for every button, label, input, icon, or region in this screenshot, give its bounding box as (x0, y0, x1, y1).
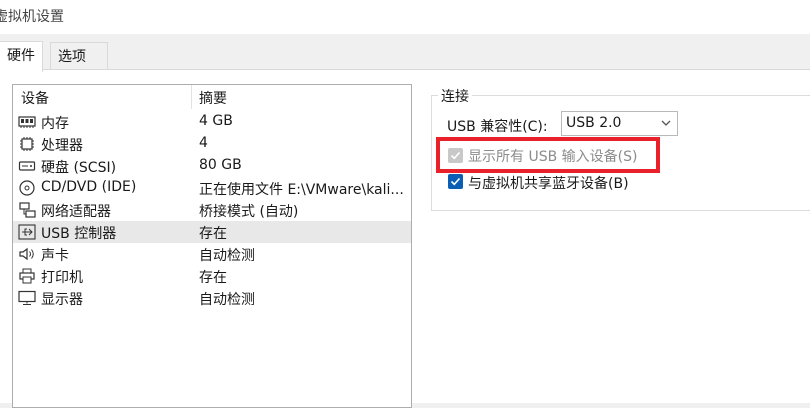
display-icon (18, 290, 36, 306)
processor-icon (18, 136, 36, 152)
device-name: 打印机 (41, 270, 83, 286)
device-summary: 自动检测 (199, 292, 255, 308)
share-bluetooth-checkbox[interactable] (448, 174, 463, 189)
tab-options[interactable]: 选项 (50, 42, 108, 71)
usb-compat-select[interactable]: USB 2.0 (561, 111, 678, 136)
window-title: 虚拟机设置 (0, 9, 64, 25)
device-summary: 桥接模式 (自动) (199, 204, 299, 220)
device-row-sound-card[interactable]: 声卡 自动检测 (13, 243, 411, 265)
device-name: 处理器 (41, 138, 83, 154)
device-row-network-adapter[interactable]: 网络适配器 桥接模式 (自动) (13, 199, 411, 221)
device-summary: 正在使用文件 E:\VMware\kali... (199, 182, 404, 198)
tab-hardware[interactable]: 硬件 (0, 41, 43, 72)
chevron-down-icon (659, 114, 673, 132)
usb-compat-value: USB 2.0 (566, 115, 622, 131)
tab-strip: 硬件 选项 (0, 34, 810, 72)
device-summary: 4 GB (199, 113, 233, 129)
connection-group-label: 连接 (438, 86, 472, 106)
device-name: 显示器 (41, 292, 83, 308)
device-name: USB 控制器 (41, 226, 117, 242)
device-name: 内存 (41, 116, 69, 132)
title-bar: 虚拟机设置 (0, 0, 810, 34)
device-name: 网络适配器 (41, 204, 111, 220)
device-name: 硬盘 (SCSI) (41, 160, 117, 176)
device-summary: 存在 (199, 270, 227, 286)
column-header-summary[interactable]: 摘要 (199, 88, 227, 108)
usb-compat-label: USB 兼容性(C): (447, 119, 548, 135)
device-list[interactable]: 设备 摘要 内存 4 GB 处理器 4 硬盘 (SCSI) 80 GB CD/D… (12, 84, 412, 408)
usb-icon (18, 224, 36, 240)
sound-card-icon (18, 246, 36, 262)
column-header-device[interactable]: 设备 (21, 88, 49, 108)
memory-icon (18, 114, 36, 130)
device-row-processor[interactable]: 处理器 4 (13, 133, 411, 155)
device-summary: 4 (199, 135, 208, 151)
hard-disk-icon (18, 158, 36, 174)
device-list-header: 设备 摘要 (13, 85, 411, 109)
checkmark-icon (450, 177, 461, 186)
share-bluetooth-label[interactable]: 与虚拟机共享蓝牙设备(B) (468, 173, 629, 193)
device-row-printer[interactable]: 打印机 存在 (13, 265, 411, 287)
cd-dvd-icon (18, 180, 36, 196)
device-row-usb-controller[interactable]: USB 控制器 存在 (13, 221, 411, 243)
printer-icon (18, 268, 36, 284)
device-row-memory[interactable]: 内存 4 GB (13, 111, 411, 133)
device-row-hard-disk[interactable]: 硬盘 (SCSI) 80 GB (13, 155, 411, 177)
device-name: CD/DVD (IDE) (41, 179, 137, 195)
device-summary: 存在 (199, 226, 227, 242)
device-row-display[interactable]: 显示器 自动检测 (13, 287, 411, 309)
device-summary: 自动检测 (199, 248, 255, 264)
network-adapter-icon (18, 202, 36, 218)
hardware-panel: 设备 摘要 内存 4 GB 处理器 4 硬盘 (SCSI) 80 GB CD/D… (0, 69, 810, 408)
device-row-cd-dvd[interactable]: CD/DVD (IDE) 正在使用文件 E:\VMware\kali... (13, 177, 411, 199)
device-name: 声卡 (41, 248, 69, 264)
highlight-box (436, 137, 660, 173)
device-summary: 80 GB (199, 157, 242, 173)
column-divider[interactable] (191, 85, 192, 109)
